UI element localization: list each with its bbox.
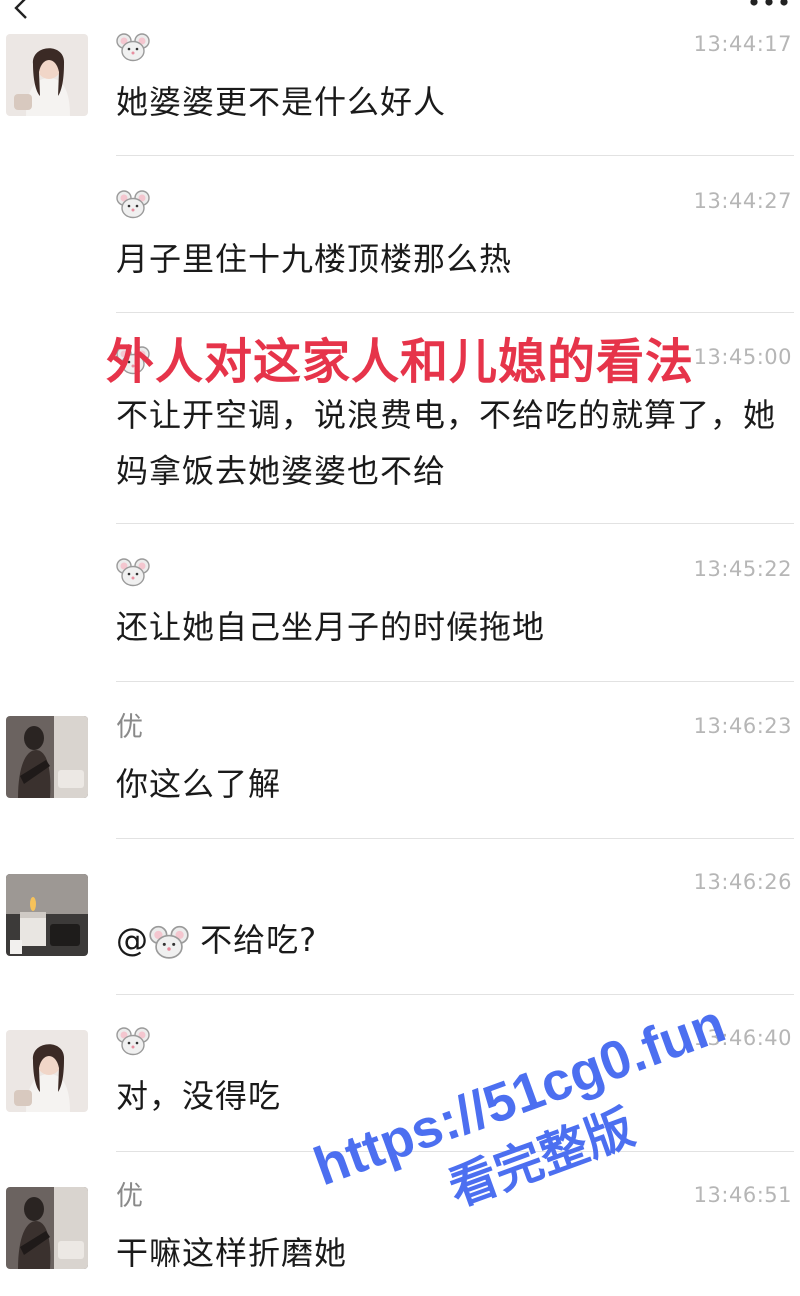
mouse-emoji-icon <box>116 1026 150 1055</box>
message-text-suffix: 不给吃? <box>189 921 318 959</box>
message-time: 13:44:17 <box>693 32 792 56</box>
watermark: https://51cg0.fun 看完整版 <box>306 993 754 1260</box>
mouse-emoji-icon <box>116 189 150 218</box>
message-time: 13:46:23 <box>693 714 792 738</box>
sender-name <box>116 555 150 589</box>
divider <box>116 838 794 839</box>
avatar-woman[interactable] <box>6 34 88 116</box>
message-time: 13:45:22 <box>693 557 792 581</box>
mouse-emoji-icon <box>116 557 150 586</box>
message-text: 不让开空调，说浪费电，不给吃的就算了，她妈拿饭去她婆婆也不给 <box>116 396 777 490</box>
message-text: 还让她自己坐月子的时候拖地 <box>116 608 546 646</box>
divider <box>116 312 794 313</box>
divider <box>116 994 794 995</box>
message-text: 你这么了解 <box>116 765 282 803</box>
message-text: 月子里住十九楼顶楼那么热 <box>116 240 513 278</box>
divider <box>116 523 794 524</box>
sender-name <box>116 187 150 221</box>
message-time: 13:46:26 <box>693 870 792 894</box>
more-dots-icon[interactable] <box>746 0 792 16</box>
mention-prefix: @ <box>116 921 149 959</box>
message-time: 13:45:00 <box>693 345 792 369</box>
avatar-candle-photo[interactable] <box>6 874 88 956</box>
sender-name: 优 <box>116 712 143 743</box>
overlay-caption: 外人对这家人和儿媳的看法 <box>105 334 695 390</box>
avatar-dark-photo[interactable] <box>6 1187 88 1269</box>
sender-name: 优 <box>116 1181 143 1212</box>
avatar-dark-photo[interactable] <box>6 716 88 798</box>
message-text: 干嘛这样折磨她 <box>116 1234 348 1272</box>
message-time: 13:46:51 <box>693 1183 792 1207</box>
divider <box>116 681 794 682</box>
sender-name <box>116 30 150 64</box>
avatar-woman[interactable] <box>6 1030 88 1112</box>
sender-name <box>116 1024 150 1058</box>
message-time: 13:44:27 <box>693 189 792 213</box>
chevron-left-icon[interactable] <box>6 0 36 24</box>
top-bar <box>0 0 800 30</box>
message-text: 她婆婆更不是什么好人 <box>116 83 447 121</box>
divider <box>116 155 794 156</box>
mouse-emoji-icon <box>149 925 189 959</box>
mouse-emoji-icon <box>116 32 150 61</box>
message-text: @ 不给吃? <box>116 912 776 968</box>
